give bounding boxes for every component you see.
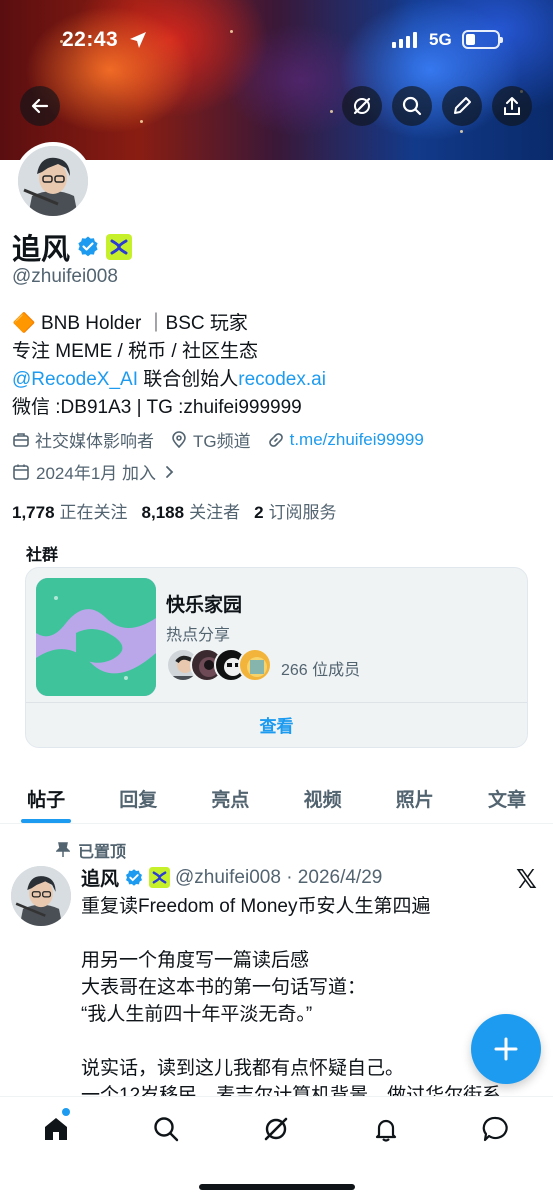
- grok-icon: [353, 97, 371, 115]
- back-arrow-icon: [31, 98, 49, 114]
- profile-joined[interactable]: 2024年1月 加入: [12, 459, 176, 484]
- post-handle-date: @zhuifei008 · 2026/4/29: [175, 866, 383, 888]
- post-author-avatar[interactable]: [11, 866, 71, 926]
- diamond-emoji-icon: 🔶: [12, 313, 36, 334]
- community-section-label: 社群: [26, 547, 59, 564]
- community-member-avatars: [166, 648, 272, 682]
- verified-badge-icon[interactable]: [76, 235, 100, 259]
- x-logo-icon[interactable]: 𝕏: [516, 864, 537, 895]
- nav-home[interactable]: [36, 1108, 76, 1147]
- community-view-button[interactable]: 查看: [26, 712, 527, 737]
- share-icon: [504, 97, 520, 115]
- search-button[interactable]: [392, 86, 432, 126]
- followers-link[interactable]: 8,188 关注者: [142, 498, 241, 523]
- status-bar: 22:43 5G: [0, 26, 553, 56]
- bio-website-link[interactable]: recodex.ai: [238, 369, 326, 390]
- tab-photos[interactable]: 照片: [369, 770, 461, 823]
- status-time: 22:43: [62, 28, 119, 51]
- tab-replies[interactable]: 回复: [92, 770, 184, 823]
- profile-tabs: 帖子 回复 亮点 视频 照片 文章: [0, 770, 553, 824]
- edit-button[interactable]: [442, 86, 482, 126]
- signal-icon: [392, 32, 417, 48]
- briefcase-icon: [13, 432, 29, 447]
- search-icon: [154, 1117, 179, 1142]
- tab-articles[interactable]: 文章: [461, 770, 553, 823]
- grok-button[interactable]: [342, 86, 382, 126]
- verified-badge-icon: [126, 868, 143, 886]
- profile-category: 社交媒体影响者: [12, 427, 154, 452]
- bio-line-1: 🔶 BNB Holder ｜BSC 玩家: [12, 313, 248, 334]
- following-link[interactable]: 1,778 正在关注: [12, 498, 128, 523]
- community-divider: [26, 702, 527, 703]
- community-name: 快乐家园: [166, 595, 243, 616]
- compose-post-button[interactable]: [471, 1014, 541, 1084]
- calendar-icon: [13, 464, 29, 480]
- post-text[interactable]: 重复读Freedom of Money币安人生第四遍 用另一个角度写一篇读后感 …: [81, 893, 521, 1109]
- share-button[interactable]: [492, 86, 532, 126]
- community-image: [36, 578, 156, 696]
- affiliate-badge-icon[interactable]: [106, 234, 133, 260]
- battery-icon: [462, 30, 503, 49]
- member-avatar: [238, 648, 272, 682]
- nav-notifications[interactable]: [366, 1111, 406, 1147]
- location-pin-icon: [172, 430, 186, 448]
- subscriptions-link[interactable]: 2 订阅服务: [254, 498, 336, 523]
- profile-location: TG频道: [170, 427, 251, 452]
- nav-search[interactable]: [146, 1111, 186, 1147]
- location-arrow-icon: [130, 32, 146, 48]
- profile-banner[interactable]: [0, 0, 553, 160]
- nav-grok[interactable]: [256, 1111, 296, 1147]
- profile-name: 追风: [12, 234, 71, 266]
- profile-website[interactable]: t.me/zhuifei99999: [267, 430, 424, 450]
- network-type: 5G: [429, 30, 452, 49]
- bio-line-3: @RecodeX_AI 联合创始人recodex.ai: [12, 369, 326, 390]
- community-description: 热点分享: [166, 627, 231, 644]
- home-indicator: [199, 1184, 355, 1190]
- bio-line-2: 专注 MEME / 税币 / 社区生态: [12, 341, 258, 362]
- bell-icon: [375, 1119, 397, 1142]
- nav-messages[interactable]: [476, 1111, 516, 1147]
- tab-posts[interactable]: 帖子: [0, 770, 92, 823]
- link-icon: [268, 432, 283, 447]
- community-card[interactable]: 快乐家园 热点分享 266 位成员 查看: [25, 567, 528, 748]
- bio-mention-link[interactable]: @RecodeX_AI: [12, 369, 138, 390]
- post-author-name[interactable]: 追风: [81, 864, 119, 891]
- chevron-right-icon: [166, 465, 174, 478]
- community-member-count: 266 位成员: [281, 662, 361, 679]
- pinned-indicator: 已置顶: [56, 838, 126, 862]
- tab-videos[interactable]: 视频: [277, 770, 369, 823]
- profile-bio: 🔶 BNB Holder ｜BSC 玩家 专注 MEME / 税币 / 社区生态…: [12, 310, 326, 422]
- search-icon: [402, 96, 422, 116]
- plus-icon: [494, 1037, 518, 1061]
- avatar-illustration: [18, 146, 88, 216]
- pin-icon: [56, 842, 70, 857]
- pencil-icon: [454, 97, 471, 114]
- tab-highlights[interactable]: 亮点: [184, 770, 276, 823]
- affiliate-badge-icon: [149, 867, 171, 888]
- message-bubble-icon: [482, 1116, 508, 1142]
- bio-line-4: 微信 :DB91A3 | TG :zhuifei999999: [12, 397, 302, 418]
- grok-icon: [264, 1117, 288, 1141]
- profile-handle: @zhuifei008: [12, 266, 118, 287]
- notification-dot: [62, 1108, 70, 1116]
- back-button[interactable]: [20, 86, 60, 126]
- profile-avatar[interactable]: [14, 142, 92, 220]
- home-icon: [45, 1118, 67, 1140]
- post-header: 追风 @zhuifei008 · 2026/4/29: [81, 864, 382, 891]
